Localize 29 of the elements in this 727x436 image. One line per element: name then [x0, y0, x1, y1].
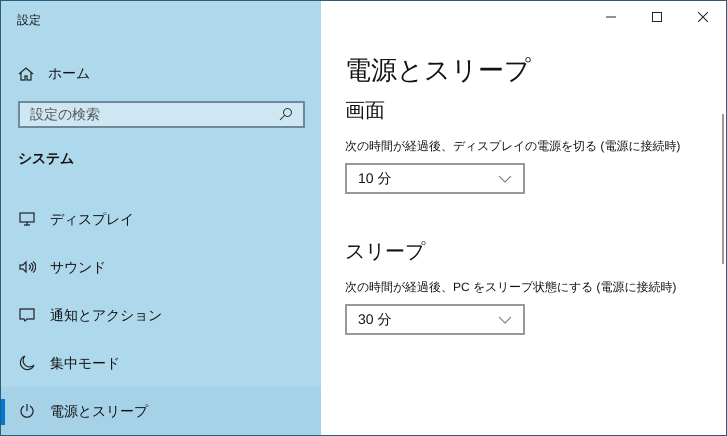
section-heading: スリープ	[345, 240, 425, 265]
window-title: 設定	[17, 12, 41, 29]
speaker-icon	[18, 258, 36, 276]
section-heading: 画面	[345, 99, 385, 124]
moon-icon	[18, 354, 36, 372]
selection-indicator	[1, 399, 5, 425]
nav-item[interactable]: 集中モード	[1, 339, 321, 387]
chevron-down-icon	[498, 174, 512, 182]
power-icon	[18, 402, 36, 420]
search-icon	[279, 107, 293, 122]
section-heading: システム	[18, 149, 74, 168]
speech-bubble-icon	[18, 306, 36, 324]
close-icon	[698, 12, 708, 22]
search-input[interactable]: 設定の検索	[30, 104, 279, 125]
home-item[interactable]: ホーム	[18, 63, 90, 85]
chevron-down-icon	[498, 316, 512, 324]
page-title: 電源とスリープ	[345, 54, 531, 87]
nav-item[interactable]: サウンド	[1, 243, 321, 291]
nav-item[interactable]: ディスプレイ	[1, 195, 321, 243]
dropdown[interactable]: 30 分	[345, 304, 525, 335]
setting-label: 次の時間が経過後、ディスプレイの電源を切る (電源に接続時)	[345, 138, 680, 155]
maximize-icon	[652, 12, 662, 22]
setting-label: 次の時間が経過後、PC をスリープ状態にする (電源に接続時)	[345, 279, 676, 296]
home-icon	[18, 66, 34, 82]
dropdown[interactable]: 10 分	[345, 163, 525, 194]
search-field[interactable]: 設定の検索	[18, 100, 305, 128]
monitor-icon	[18, 210, 36, 228]
nav-item[interactable]: 通知とアクション	[1, 291, 321, 339]
nav-item[interactable]: 電源とスリープ	[1, 387, 321, 435]
